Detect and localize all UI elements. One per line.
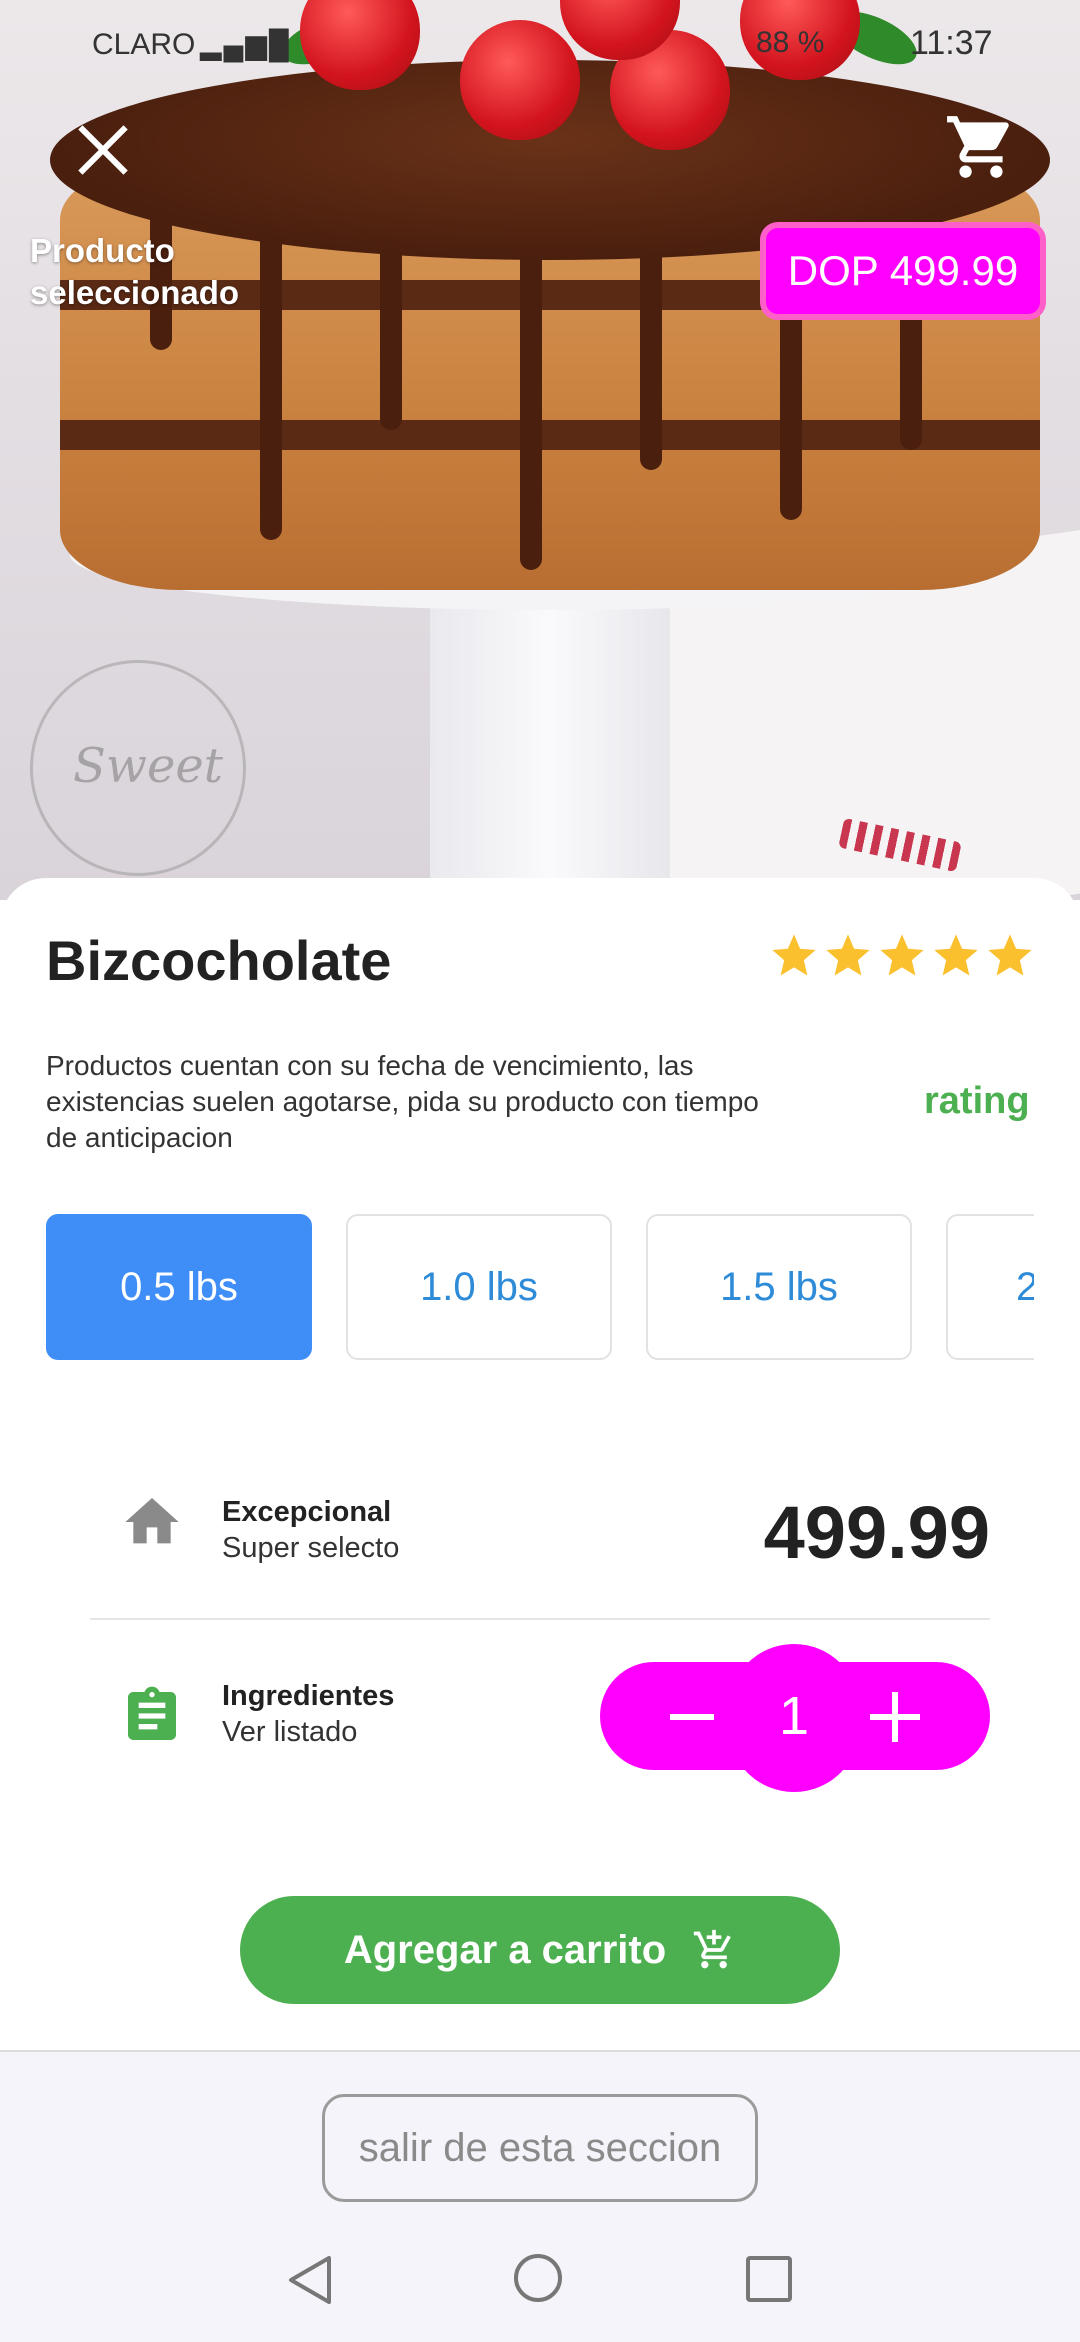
cake-stand-neck <box>430 590 670 900</box>
quality-subtitle: Super selecto <box>222 1532 400 1564</box>
rating-label: rating <box>924 1080 1030 1122</box>
divider <box>90 1618 990 1620</box>
product-title: Bizcocholate <box>46 929 392 992</box>
add-to-cart-button[interactable]: Agregar a carrito <box>240 1896 840 2004</box>
quality-row: Excepcional Super selecto 499.99 <box>90 1468 990 1588</box>
product-description: Productos cuentan con su fecha de vencim… <box>46 1050 759 1153</box>
star-icon[interactable] <box>876 930 928 982</box>
carrier-label: CLARO <box>92 28 196 61</box>
clipboard-icon <box>128 1686 176 1740</box>
status-bar: CLARO ▂▄▆█ 88 % 11:37 <box>0 0 1080 84</box>
quality-title: Excepcional <box>222 1496 392 1528</box>
signal-icon: ▂▄▆█ <box>200 29 291 60</box>
size-option-0-5[interactable]: 0.5 lbs <box>46 1214 312 1360</box>
exit-section-button[interactable]: salir de esta seccion <box>322 2094 758 2202</box>
ingredients-title[interactable]: Ingredientes <box>222 1680 394 1713</box>
watermark-logo: Sweet <box>30 660 246 876</box>
ingredients-link[interactable]: Ver listado <box>222 1716 357 1749</box>
add-to-cart-icon <box>694 1929 731 1969</box>
star-rating[interactable] <box>768 930 1038 986</box>
chocolate-drip <box>380 230 402 430</box>
add-to-cart-label: Agregar a carrito <box>343 1927 667 1972</box>
size-options[interactable]: 0.5 lbs 1.0 lbs 1.5 lbs 2 <box>46 1214 1034 1364</box>
star-icon[interactable] <box>768 930 820 982</box>
home-icon <box>125 1498 179 1544</box>
close-icon[interactable] <box>68 118 138 188</box>
home-nav-icon[interactable] <box>514 2254 562 2302</box>
price-badge: DOP 499.99 <box>760 222 1046 320</box>
star-icon[interactable] <box>930 930 982 982</box>
selected-product-label: Producto seleccionado <box>30 232 240 311</box>
quantity-value: 1 <box>778 1686 810 1746</box>
chocolate-drip <box>520 230 542 570</box>
chocolate-drip <box>640 230 662 470</box>
product-image: Sweet <box>0 0 1080 900</box>
minus-icon[interactable] <box>670 1714 714 1720</box>
size-option-1-0[interactable]: 1.0 lbs <box>346 1214 612 1360</box>
battery-percent: 88 % <box>756 26 825 59</box>
quantity-stepper[interactable]: 1 <box>600 1644 990 1792</box>
cart-icon[interactable] <box>944 110 1018 184</box>
recent-apps-icon[interactable] <box>746 2256 792 2302</box>
star-icon[interactable] <box>984 930 1036 982</box>
star-icon[interactable] <box>822 930 874 982</box>
back-icon[interactable] <box>285 2254 335 2306</box>
product-price: 499.99 <box>763 1491 990 1574</box>
clock: 11:37 <box>910 24 993 62</box>
plus-icon[interactable] <box>870 1692 920 1742</box>
size-option-2[interactable]: 2 <box>946 1214 1034 1360</box>
size-option-1-5[interactable]: 1.5 lbs <box>646 1214 912 1360</box>
